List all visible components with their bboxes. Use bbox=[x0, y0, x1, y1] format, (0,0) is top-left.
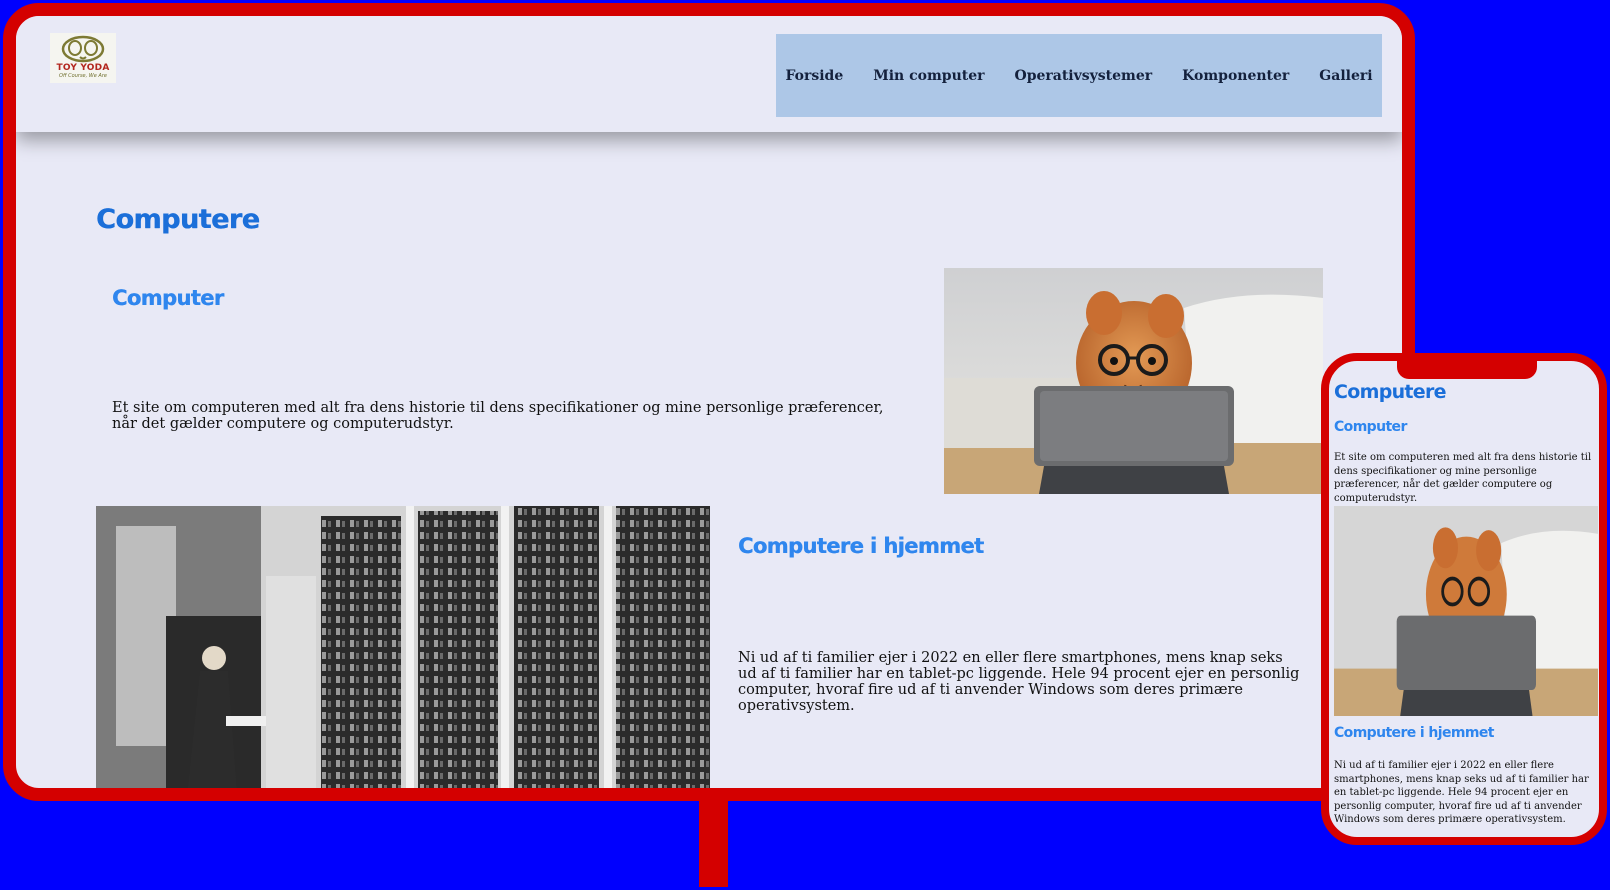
page-title: Computere bbox=[96, 204, 260, 235]
section-home-text: Ni ud af ti familier ejer i 2022 en elle… bbox=[738, 650, 1300, 714]
mobile-dog-tablet-image bbox=[1334, 506, 1598, 716]
mobile-section-home-text: Ni ud af ti familier ejer i 2022 en elle… bbox=[1334, 760, 1589, 825]
site-header: TOY YODA Off Course, We Are Forside Min … bbox=[16, 16, 1402, 132]
brand-tagline: Off Course, We Are bbox=[59, 73, 107, 79]
section-computer-text: Et site om computeren med alt fra dens h… bbox=[112, 400, 884, 432]
yoda-logo-icon bbox=[61, 35, 105, 63]
brand-name: TOY YODA bbox=[56, 63, 110, 73]
mobile-section-home-title: Computere i hjemmet bbox=[1334, 725, 1494, 741]
nav-item-forside[interactable]: Forside bbox=[770, 68, 858, 84]
dog-tablet-image bbox=[944, 268, 1323, 494]
main-nav: Forside Min computer Operativsystemer Ko… bbox=[776, 34, 1382, 117]
mainframe-image bbox=[96, 506, 710, 788]
mobile-page-title: Computere bbox=[1334, 381, 1447, 403]
brand-logo[interactable]: TOY YODA Off Course, We Are bbox=[50, 33, 116, 83]
mobile-section-computer-title: Computer bbox=[1334, 419, 1407, 435]
nav-item-operativsystemer[interactable]: Operativsystemer bbox=[1000, 68, 1168, 84]
monitor-stand bbox=[699, 801, 728, 887]
mobile-phone-frame: Computere Computer Et site om computeren… bbox=[1321, 353, 1607, 845]
mainframe-photo bbox=[96, 506, 710, 788]
mobile-dog-tablet-photo bbox=[1334, 506, 1598, 716]
nav-item-komponenter[interactable]: Komponenter bbox=[1167, 68, 1304, 84]
nav-item-galleri[interactable]: Galleri bbox=[1304, 68, 1387, 84]
dog-tablet-photo bbox=[944, 268, 1323, 494]
nav-item-min-computer[interactable]: Min computer bbox=[858, 68, 999, 84]
desktop-monitor-frame: TOY YODA Off Course, We Are Forside Min … bbox=[3, 3, 1415, 801]
phone-notch bbox=[1397, 361, 1537, 379]
mobile-section-computer-text: Et site om computeren med alt fra dens h… bbox=[1334, 452, 1592, 504]
section-home-title: Computere i hjemmet bbox=[738, 534, 984, 558]
section-computer-title: Computer bbox=[112, 286, 224, 310]
